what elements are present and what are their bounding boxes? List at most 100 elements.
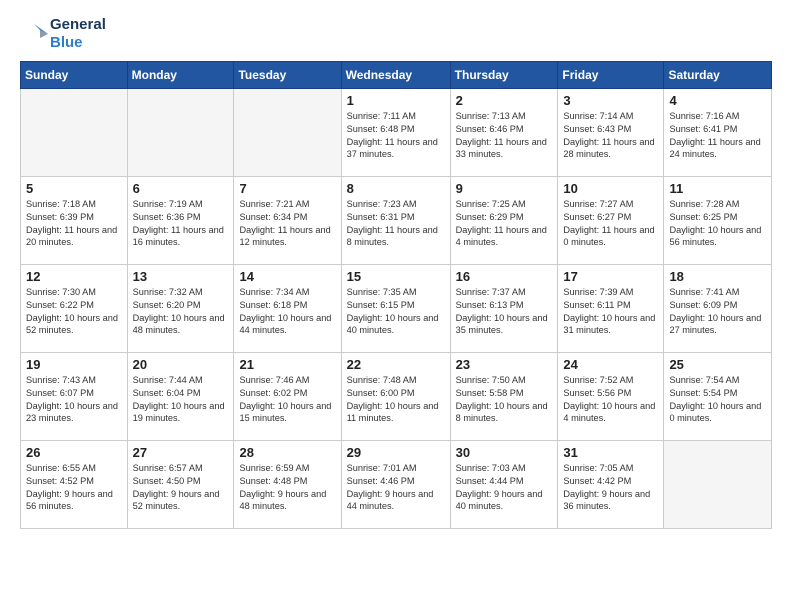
day-cell: 3 Sunrise: 7:14 AM Sunset: 6:43 PM Daylig…: [558, 88, 664, 176]
week-row-5: 26 Sunrise: 6:55 AM Sunset: 4:52 PM Dayli…: [21, 440, 772, 528]
day-info: Sunrise: 7:54 AM Sunset: 5:54 PM Dayligh…: [669, 374, 766, 426]
day-cell: 19 Sunrise: 7:43 AM Sunset: 6:07 PM Dayli…: [21, 352, 128, 440]
day-info: Sunrise: 7:41 AM Sunset: 6:09 PM Dayligh…: [669, 286, 766, 338]
logo-general-text: General: [50, 16, 106, 33]
week-row-1: 1Sunrise: 7:11 AM Sunset: 6:48 PM Daylig…: [21, 88, 772, 176]
day-info: Sunrise: 7:28 AM Sunset: 6:25 PM Dayligh…: [669, 198, 766, 250]
day-info: Sunrise: 7:03 AM Sunset: 4:44 PM Dayligh…: [456, 462, 553, 514]
day-number: 7: [239, 181, 335, 196]
day-cell: 23Sunrise: 7:50 AM Sunset: 5:58 PM Dayli…: [450, 352, 558, 440]
day-info: Sunrise: 7:35 AM Sunset: 6:15 PM Dayligh…: [347, 286, 445, 338]
logo-bird-icon: [20, 20, 48, 48]
day-info: Sunrise: 7:21 AM Sunset: 6:34 PM Dayligh…: [239, 198, 335, 250]
weekday-header-friday: Friday: [558, 61, 664, 88]
day-cell: 31 Sunrise: 7:05 AM Sunset: 4:42 PM Dayli…: [558, 440, 664, 528]
day-number: 9: [456, 181, 553, 196]
day-cell: 30 Sunrise: 7:03 AM Sunset: 4:44 PM Dayli…: [450, 440, 558, 528]
day-cell: 20 Sunrise: 7:44 AM Sunset: 6:04 PM Dayli…: [127, 352, 234, 440]
day-number: 17: [563, 269, 658, 284]
day-number: 21: [239, 357, 335, 372]
day-number: 28: [239, 445, 335, 460]
day-info: Sunrise: 7:37 AM Sunset: 6:13 PM Dayligh…: [456, 286, 553, 338]
day-number: 15: [347, 269, 445, 284]
day-cell: 18 Sunrise: 7:41 AM Sunset: 6:09 PM Dayli…: [664, 264, 772, 352]
day-info: Sunrise: 7:19 AM Sunset: 6:36 PM Dayligh…: [133, 198, 229, 250]
week-row-4: 19 Sunrise: 7:43 AM Sunset: 6:07 PM Dayli…: [21, 352, 772, 440]
weekday-header-monday: Monday: [127, 61, 234, 88]
day-number: 27: [133, 445, 229, 460]
header: General Blue: [20, 16, 772, 53]
day-info: Sunrise: 7:30 AM Sunset: 6:22 PM Dayligh…: [26, 286, 122, 338]
day-number: 6: [133, 181, 229, 196]
day-info: Sunrise: 7:34 AM Sunset: 6:18 PM Dayligh…: [239, 286, 335, 338]
day-number: 26: [26, 445, 122, 460]
weekday-header-tuesday: Tuesday: [234, 61, 341, 88]
day-info: Sunrise: 7:39 AM Sunset: 6:11 PM Dayligh…: [563, 286, 658, 338]
day-number: 13: [133, 269, 229, 284]
weekday-header-row: SundayMondayTuesdayWednesdayThursdayFrid…: [21, 61, 772, 88]
calendar-table: SundayMondayTuesdayWednesdayThursdayFrid…: [20, 61, 772, 529]
day-number: 3: [563, 93, 658, 108]
day-info: Sunrise: 7:44 AM Sunset: 6:04 PM Dayligh…: [133, 374, 229, 426]
day-number: 11: [669, 181, 766, 196]
page: General Blue SundayMondayTuesdayWednesda…: [0, 0, 792, 545]
day-cell: 26 Sunrise: 6:55 AM Sunset: 4:52 PM Dayli…: [21, 440, 128, 528]
day-number: 10: [563, 181, 658, 196]
day-cell: 29 Sunrise: 7:01 AM Sunset: 4:46 PM Dayli…: [341, 440, 450, 528]
day-number: 30: [456, 445, 553, 460]
day-info: Sunrise: 7:32 AM Sunset: 6:20 PM Dayligh…: [133, 286, 229, 338]
day-number: 18: [669, 269, 766, 284]
weekday-header-sunday: Sunday: [21, 61, 128, 88]
day-cell: 24Sunrise: 7:52 AM Sunset: 5:56 PM Dayli…: [558, 352, 664, 440]
logo: General Blue: [20, 16, 106, 53]
day-cell: 8Sunrise: 7:23 AM Sunset: 6:31 PM Daylig…: [341, 176, 450, 264]
day-cell: 22Sunrise: 7:48 AM Sunset: 6:00 PM Dayli…: [341, 352, 450, 440]
day-number: 22: [347, 357, 445, 372]
day-info: Sunrise: 7:05 AM Sunset: 4:42 PM Dayligh…: [563, 462, 658, 514]
day-cell: 6 Sunrise: 7:19 AM Sunset: 6:36 PM Daylig…: [127, 176, 234, 264]
day-info: Sunrise: 6:59 AM Sunset: 4:48 PM Dayligh…: [239, 462, 335, 514]
day-cell: 21 Sunrise: 7:46 AM Sunset: 6:02 PM Dayli…: [234, 352, 341, 440]
day-cell: [127, 88, 234, 176]
weekday-header-thursday: Thursday: [450, 61, 558, 88]
day-cell: [234, 88, 341, 176]
day-info: Sunrise: 7:23 AM Sunset: 6:31 PM Dayligh…: [347, 198, 445, 250]
day-number: 12: [26, 269, 122, 284]
day-cell: 13 Sunrise: 7:32 AM Sunset: 6:20 PM Dayli…: [127, 264, 234, 352]
day-number: 25: [669, 357, 766, 372]
day-info: Sunrise: 7:13 AM Sunset: 6:46 PM Dayligh…: [456, 110, 553, 162]
day-info: Sunrise: 7:01 AM Sunset: 4:46 PM Dayligh…: [347, 462, 445, 514]
logo-blue-text: Blue: [50, 34, 83, 51]
day-cell: [664, 440, 772, 528]
day-cell: 5Sunrise: 7:18 AM Sunset: 6:39 PM Daylig…: [21, 176, 128, 264]
day-cell: 11 Sunrise: 7:28 AM Sunset: 6:25 PM Dayli…: [664, 176, 772, 264]
week-row-3: 12 Sunrise: 7:30 AM Sunset: 6:22 PM Dayli…: [21, 264, 772, 352]
day-cell: 27 Sunrise: 6:57 AM Sunset: 4:50 PM Dayli…: [127, 440, 234, 528]
week-row-2: 5Sunrise: 7:18 AM Sunset: 6:39 PM Daylig…: [21, 176, 772, 264]
day-number: 29: [347, 445, 445, 460]
day-cell: [21, 88, 128, 176]
day-info: Sunrise: 6:55 AM Sunset: 4:52 PM Dayligh…: [26, 462, 122, 514]
day-info: Sunrise: 6:57 AM Sunset: 4:50 PM Dayligh…: [133, 462, 229, 514]
day-cell: 12 Sunrise: 7:30 AM Sunset: 6:22 PM Dayli…: [21, 264, 128, 352]
day-cell: 1Sunrise: 7:11 AM Sunset: 6:48 PM Daylig…: [341, 88, 450, 176]
day-number: 31: [563, 445, 658, 460]
day-cell: 4Sunrise: 7:16 AM Sunset: 6:41 PM Daylig…: [664, 88, 772, 176]
day-number: 1: [347, 93, 445, 108]
day-number: 20: [133, 357, 229, 372]
day-cell: 7 Sunrise: 7:21 AM Sunset: 6:34 PM Daylig…: [234, 176, 341, 264]
day-number: 4: [669, 93, 766, 108]
day-info: Sunrise: 7:18 AM Sunset: 6:39 PM Dayligh…: [26, 198, 122, 250]
day-cell: 10 Sunrise: 7:27 AM Sunset: 6:27 PM Dayli…: [558, 176, 664, 264]
day-number: 19: [26, 357, 122, 372]
day-number: 2: [456, 93, 553, 108]
day-info: Sunrise: 7:43 AM Sunset: 6:07 PM Dayligh…: [26, 374, 122, 426]
day-number: 24: [563, 357, 658, 372]
day-cell: 17 Sunrise: 7:39 AM Sunset: 6:11 PM Dayli…: [558, 264, 664, 352]
day-number: 14: [239, 269, 335, 284]
day-info: Sunrise: 7:14 AM Sunset: 6:43 PM Dayligh…: [563, 110, 658, 162]
day-info: Sunrise: 7:25 AM Sunset: 6:29 PM Dayligh…: [456, 198, 553, 250]
day-cell: 9 Sunrise: 7:25 AM Sunset: 6:29 PM Daylig…: [450, 176, 558, 264]
day-info: Sunrise: 7:46 AM Sunset: 6:02 PM Dayligh…: [239, 374, 335, 426]
day-info: Sunrise: 7:27 AM Sunset: 6:27 PM Dayligh…: [563, 198, 658, 250]
